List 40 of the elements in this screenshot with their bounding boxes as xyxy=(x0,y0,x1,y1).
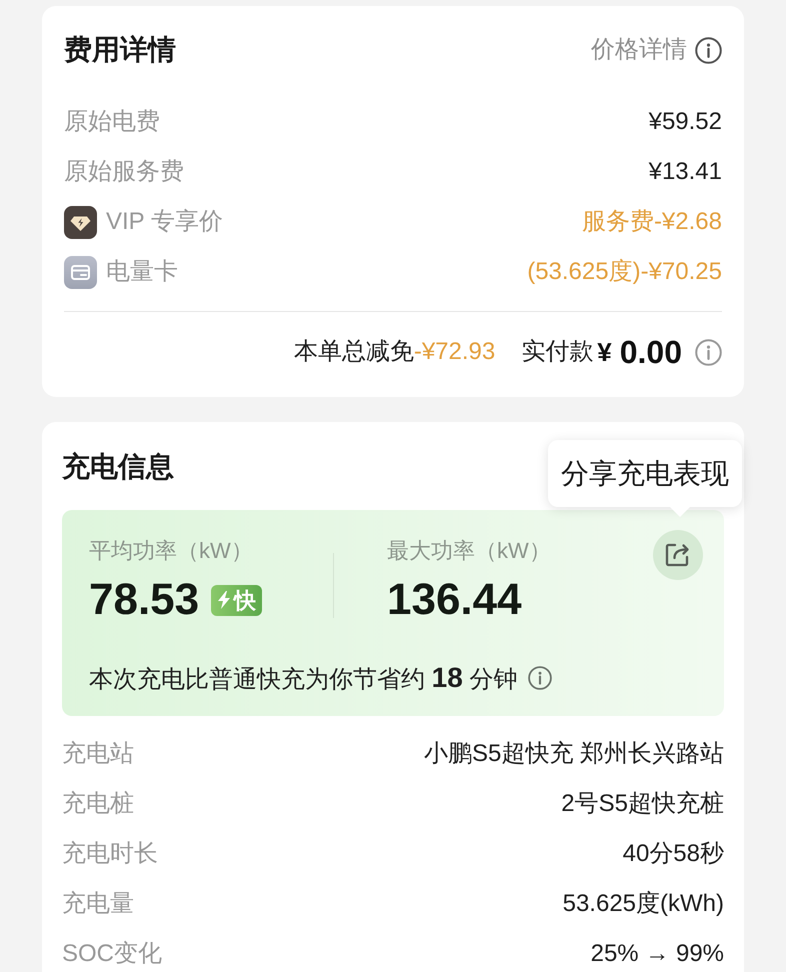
row-value: 25% → 99% xyxy=(590,939,724,969)
stat-value: 136.44 xyxy=(387,574,522,626)
saving-note: 本次充电比普通快充为你节省约 18 分钟 xyxy=(89,661,518,695)
discount-amount: -¥72.93 xyxy=(414,337,496,367)
stat-value: 78.53 xyxy=(89,574,200,626)
row-label: 充电桩 xyxy=(62,789,134,819)
row-value: 40分58秒 xyxy=(622,839,724,869)
card-title: 充电信息 xyxy=(62,450,174,484)
discount-label: 本单总减免 xyxy=(294,337,414,367)
price-details-link[interactable]: 价格详情 xyxy=(591,32,722,68)
info-icon xyxy=(695,36,722,64)
row-value: ¥59.52 xyxy=(648,107,722,137)
row-label: 充电量 xyxy=(62,889,134,919)
row-label: 充电时长 xyxy=(62,839,158,869)
row-value: 2号S5超快充桩 xyxy=(561,789,724,819)
fast-badge: 快 xyxy=(211,584,262,616)
row-value: 53.625度(kWh) xyxy=(562,889,724,919)
paid-label: 实付款 xyxy=(521,337,594,367)
row-value: 服务费-¥2.68 xyxy=(582,207,722,237)
info-icon[interactable] xyxy=(695,338,722,366)
row-label: 原始服务费 xyxy=(64,157,184,187)
currency-symbol: ¥ xyxy=(597,336,612,368)
row-value: (53.625度)-¥70.25 xyxy=(527,257,722,287)
diamond-bolt-icon xyxy=(64,206,97,238)
stat-label: 平均功率（kW） xyxy=(89,536,254,564)
stat-label: 最大功率（kW） xyxy=(387,536,551,564)
row-label: 充电站 xyxy=(62,739,134,769)
row-value: 小鹏S5超快充 郑州长兴路站 xyxy=(424,739,724,769)
paid-amount: 0.00 xyxy=(620,333,682,372)
row-label: 原始电费 xyxy=(64,107,160,137)
share-tooltip: 分享充电表现 xyxy=(548,440,742,517)
row-label: SOC变化 xyxy=(62,939,162,969)
share-button[interactable] xyxy=(653,530,703,580)
card-title: 费用详情 xyxy=(64,33,176,67)
bolt-icon xyxy=(217,591,232,609)
row-label: VIP 专享价 xyxy=(106,207,223,237)
row-value: ¥13.41 xyxy=(648,157,722,187)
info-icon[interactable] xyxy=(528,666,552,690)
row-label: 电量卡 xyxy=(106,257,178,287)
card-icon xyxy=(64,256,97,288)
